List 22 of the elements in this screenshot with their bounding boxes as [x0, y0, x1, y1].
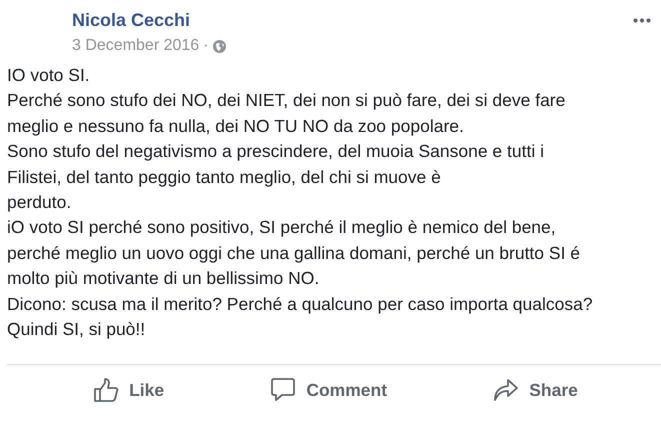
- post-text-line: IO voto SI.: [7, 65, 90, 85]
- globe-icon: [212, 40, 226, 52]
- separator: ·: [203, 37, 209, 55]
- post-text-line: Filistei, del tanto peggio tanto meglio, del chi si muove è: [7, 166, 441, 187]
- post-text-line: perché meglio un uovo oggi che una gallina domani, perché un brutto SI é: [7, 242, 580, 263]
- post-text-line: Dicono: scusa ma il merito? Perché a qualcuno per caso importa qualcosa?: [7, 294, 593, 314]
- comment-button[interactable]: Comment: [264, 373, 394, 408]
- post-date[interactable]: 3 December 2016: [72, 37, 200, 55]
- post-text-line: iO voto SI perché sono positivo, SI perché il meglio è nemico del bene,: [7, 217, 556, 238]
- post-text-line: molto più motivante di un bellissimo NO.: [7, 268, 320, 288]
- post-text-line: Sono stufo del negativismo a prescindere, del muoia Sansone e tutti i: [7, 141, 544, 162]
- share-button[interactable]: Share: [487, 373, 584, 408]
- post-text-line: Quindi SI, si può!!: [7, 319, 146, 340]
- share-arrow-icon: [493, 377, 520, 404]
- thumbs-up-icon: [93, 377, 120, 404]
- post-text-line: perduto.: [7, 192, 72, 212]
- more-icon[interactable]: [633, 18, 651, 23]
- speech-bubble-icon: [270, 377, 296, 404]
- post-text-line: Perché sono stufo dei NO, dei NIET, dei non si può fare, dei si deve fare: [7, 90, 566, 110]
- author-name[interactable]: Nicola Cecchi: [72, 10, 226, 31]
- like-button[interactable]: Like: [87, 373, 170, 408]
- post-text-line: meglio e nessuno fa nulla, dei NO TU NO da zoo popolare.: [7, 116, 464, 136]
